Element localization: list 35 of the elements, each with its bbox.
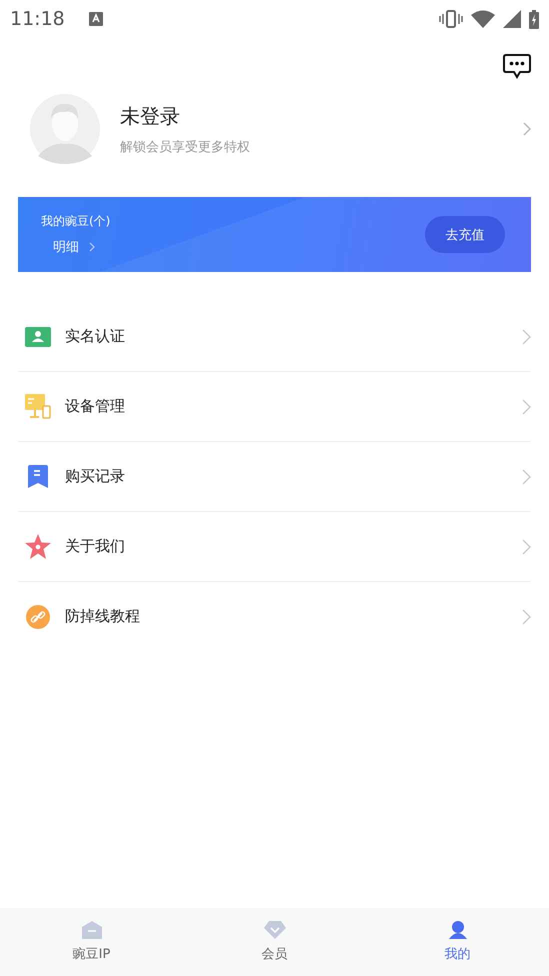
menu-item[interactable]: 设备管理 xyxy=(18,372,531,442)
chevron-right-icon xyxy=(89,242,95,252)
chevron-right-icon xyxy=(522,468,531,484)
login-status[interactable]: 未登录 xyxy=(120,102,503,130)
chevron-right-icon xyxy=(522,398,531,414)
chevron-right-icon xyxy=(523,122,531,136)
status-time: 11:18 xyxy=(10,8,65,30)
link-icon xyxy=(26,604,50,628)
chevron-right-icon xyxy=(522,538,531,554)
tab[interactable]: 豌豆IP xyxy=(0,908,183,976)
bookmark-icon xyxy=(28,465,48,488)
menu-item[interactable]: 关于我们 xyxy=(18,512,531,582)
star-icon xyxy=(25,534,51,559)
message-icon[interactable] xyxy=(503,52,531,78)
home-icon xyxy=(82,921,102,939)
person-icon xyxy=(448,921,468,939)
menu-item[interactable]: 防掉线教程 xyxy=(18,582,531,651)
id-card-icon xyxy=(25,326,51,346)
diamond-icon xyxy=(264,921,286,939)
profile-subtitle: 解锁会员享受更多特权 xyxy=(120,138,251,156)
wallet-label: 我的豌豆(个) xyxy=(41,213,112,230)
recharge-button[interactable]: 去充值 xyxy=(425,216,505,253)
tab[interactable]: 会员 xyxy=(183,908,366,976)
menu-item[interactable]: 实名认证 xyxy=(18,302,531,372)
tab[interactable]: 我的 xyxy=(366,908,549,976)
devices-icon xyxy=(25,394,51,420)
chevron-right-icon xyxy=(522,608,531,624)
keyboard-icon xyxy=(88,12,103,26)
menu-item[interactable]: 购买记录 xyxy=(18,442,531,512)
detail-link[interactable]: 明细 xyxy=(41,238,101,256)
battery-icon xyxy=(529,10,539,28)
chevron-right-icon xyxy=(522,328,531,344)
signal-icon xyxy=(503,10,521,28)
vibrate-icon xyxy=(439,10,463,28)
wifi-icon xyxy=(471,10,495,28)
